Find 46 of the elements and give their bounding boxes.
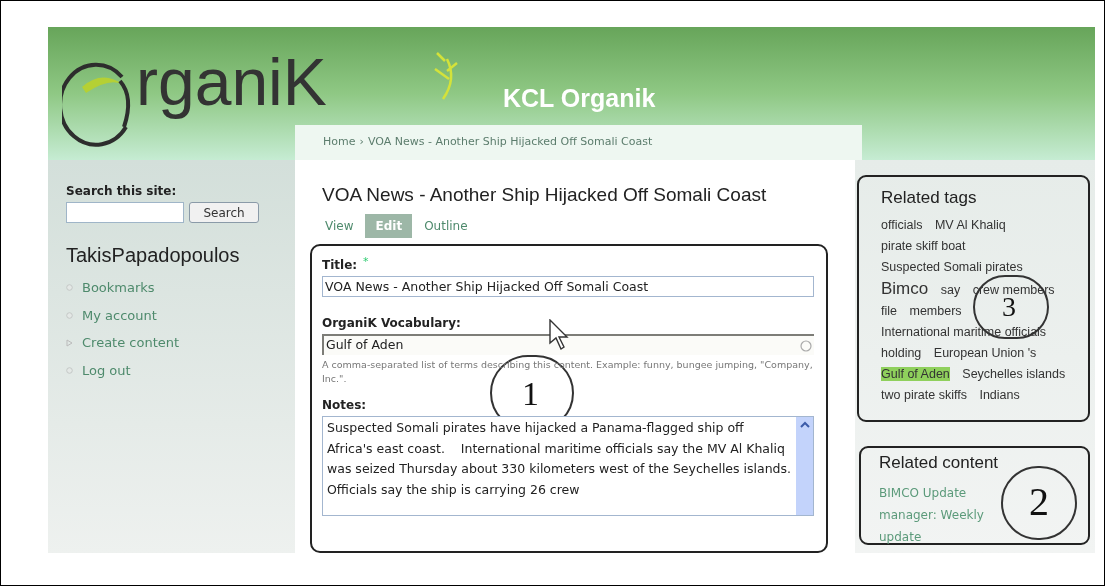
- autocomplete-icon: [800, 339, 812, 352]
- required-mark: *: [363, 256, 369, 268]
- mouse-cursor-icon: [549, 319, 569, 351]
- tag-link[interactable]: European Union 's: [933, 345, 1037, 360]
- tab[interactable]: Outline: [414, 214, 478, 238]
- tag-link[interactable]: Bimco: [881, 278, 929, 298]
- collapsed-triangle-icon: [66, 338, 73, 347]
- tag-link[interactable]: Gulf of Aden: [881, 366, 950, 381]
- bullet-icon: [66, 284, 73, 292]
- tag-link[interactable]: pirate skiff boat: [881, 238, 966, 253]
- breadcrumb-link[interactable]: VOA News - Another Ship Hijacked Off Somali Coast: [367, 134, 653, 151]
- site-name: KCL Organik: [503, 83, 656, 114]
- annotation-number: 2: [1029, 484, 1049, 520]
- tag-link[interactable]: holding: [881, 345, 922, 360]
- tag-link[interactable]: Suspected Somali pirates: [881, 259, 1023, 274]
- field-label: Title:: [322, 257, 358, 274]
- tag-link[interactable]: MV Al Khaliq: [934, 217, 1006, 232]
- field-label: OrganiK Vocabulary:: [322, 315, 462, 332]
- annotation-number: 3: [1002, 296, 1016, 317]
- breadcrumb-link[interactable]: Home: [323, 134, 356, 151]
- tag-link[interactable]: say: [940, 282, 961, 297]
- bullet-icon: [66, 366, 73, 374]
- tag-link[interactable]: Seychelles islands: [962, 366, 1066, 381]
- logo-text: rganiK: [136, 44, 327, 121]
- tab[interactable]: View: [315, 214, 364, 238]
- tag-link[interactable]: file: [881, 303, 897, 318]
- tag-link[interactable]: Indians: [979, 387, 1020, 402]
- tag-link[interactable]: two pirate skiffs: [881, 387, 967, 402]
- scroll-up-icon[interactable]: [798, 420, 811, 430]
- search-label: Search this site:: [66, 183, 178, 200]
- notes-field[interactable]: Suspected Somali pirates have hijacked a Panama-flagged ship off Africa's east coast. International maritime officials say the MV Al Khaliq was seized Thursday about 330 kilometers west of the Seychelles islands. Officials say the ship is carrying 26 crew: [322, 416, 814, 516]
- tag-link[interactable]: officials: [881, 217, 923, 232]
- block-title: Related tags: [881, 187, 978, 209]
- annotation-number: 1: [522, 381, 539, 406]
- user-name: TakisPapadopoulos: [66, 243, 241, 268]
- search-button[interactable]: Search: [189, 202, 259, 223]
- bullet-icon: [66, 311, 73, 319]
- tag-link[interactable]: members: [909, 303, 962, 318]
- block-title: Related content: [879, 452, 1000, 474]
- title-field[interactable]: VOA News - Another Ship Hijacked Off Somali Coast: [322, 276, 814, 297]
- page-title: VOA News - Another Ship Hijacked Off Somali Coast: [322, 183, 768, 207]
- breadcrumb-separator: ›: [359, 134, 364, 151]
- vocabulary-field[interactable]: Gulf of Aden: [322, 334, 814, 355]
- field-label: Notes:: [322, 397, 367, 414]
- search-field[interactable]: [66, 202, 184, 223]
- scrollbar[interactable]: [796, 417, 813, 515]
